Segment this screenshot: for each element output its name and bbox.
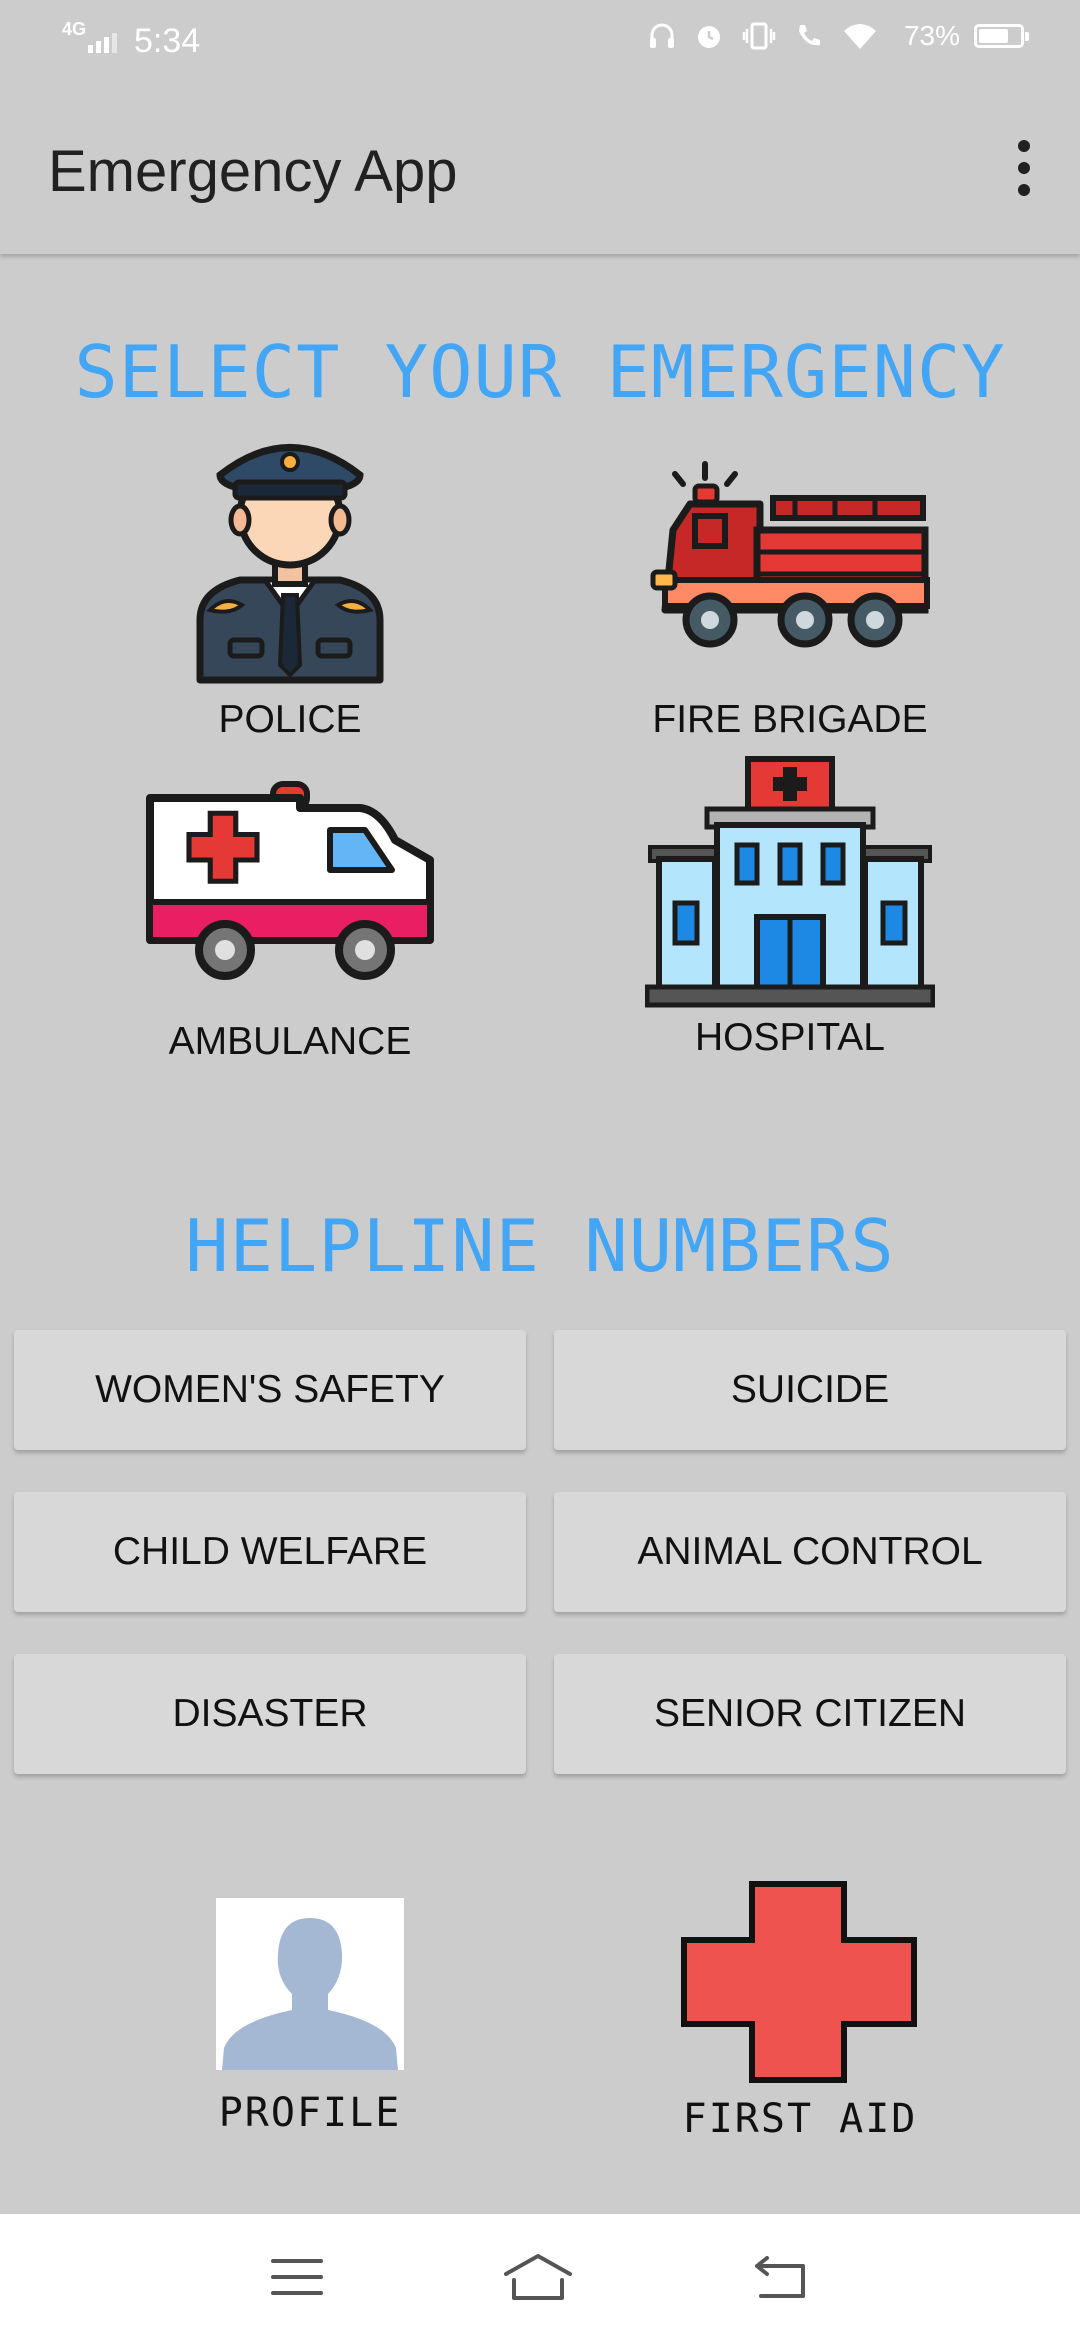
app-bar: Emergency App <box>0 84 1080 254</box>
emergency-label: HOSPITAL <box>695 1016 885 1059</box>
emergency-fire-brigade[interactable]: FIRE BRIGADE <box>580 460 1000 742</box>
womens-safety-button[interactable]: WOMEN'S SAFETY <box>14 1330 526 1450</box>
suicide-button[interactable]: SUICIDE <box>554 1330 1066 1450</box>
alarm-icon <box>697 26 720 48</box>
battery-percent: 73% <box>903 20 960 51</box>
back-icon[interactable] <box>751 2252 811 2302</box>
first-aid-label: FIRST AID <box>682 2096 918 2142</box>
menu-icon[interactable] <box>269 2255 325 2299</box>
emergency-ambulance[interactable]: AMBULANCE <box>80 780 500 1064</box>
helpline-heading: HELPLINE NUMBERS <box>185 1204 895 1288</box>
vibrate-icon <box>742 22 776 50</box>
avatar-icon <box>216 1898 404 2070</box>
animal-control-button[interactable]: ANIMAL CONTROL <box>554 1492 1066 1612</box>
network-type: 4G <box>62 19 87 39</box>
profile-label: PROFILE <box>218 2090 402 2136</box>
senior-citizen-button[interactable]: SENIOR CITIZEN <box>554 1654 1066 1774</box>
headphones-icon <box>649 23 674 48</box>
status-left: 4G 5:34 <box>62 19 201 61</box>
wifi-icon <box>843 24 876 49</box>
fire-truck-icon <box>650 461 930 648</box>
emergency-police[interactable]: POLICE <box>80 430 500 742</box>
hospital-icon <box>645 756 935 1008</box>
clock: 5:34 <box>134 22 201 60</box>
battery-fill <box>979 29 1008 43</box>
system-nav-bar <box>0 2214 1080 2340</box>
wifi-call-icon <box>798 25 820 46</box>
signal-icon <box>88 31 120 53</box>
status-right: 73% <box>630 20 1029 52</box>
ambulance-icon <box>146 781 434 980</box>
app-title: Emergency App <box>48 139 458 204</box>
disaster-button[interactable]: DISASTER <box>14 1654 526 1774</box>
home-icon[interactable] <box>502 2252 574 2302</box>
emergency-label: AMBULANCE <box>168 1020 412 1063</box>
battery-icon <box>974 24 1029 48</box>
status-bar: 4G 5:34 73% <box>0 0 1080 84</box>
more-vert-icon[interactable] <box>1004 136 1044 200</box>
emergency-label: FIRE BRIGADE <box>652 698 928 741</box>
first-aid-cross-icon <box>681 1881 917 2083</box>
emergency-label: POLICE <box>218 698 362 741</box>
police-officer-icon <box>196 444 384 684</box>
emergency-heading: SELECT YOUR EMERGENCY <box>74 330 1006 414</box>
child-welfare-button[interactable]: CHILD WELFARE <box>14 1492 526 1612</box>
profile-button[interactable]: PROFILE <box>130 1898 490 2136</box>
first-aid-button[interactable]: FIRST AID <box>620 1880 980 2142</box>
emergency-hospital[interactable]: HOSPITAL <box>580 755 1000 1060</box>
